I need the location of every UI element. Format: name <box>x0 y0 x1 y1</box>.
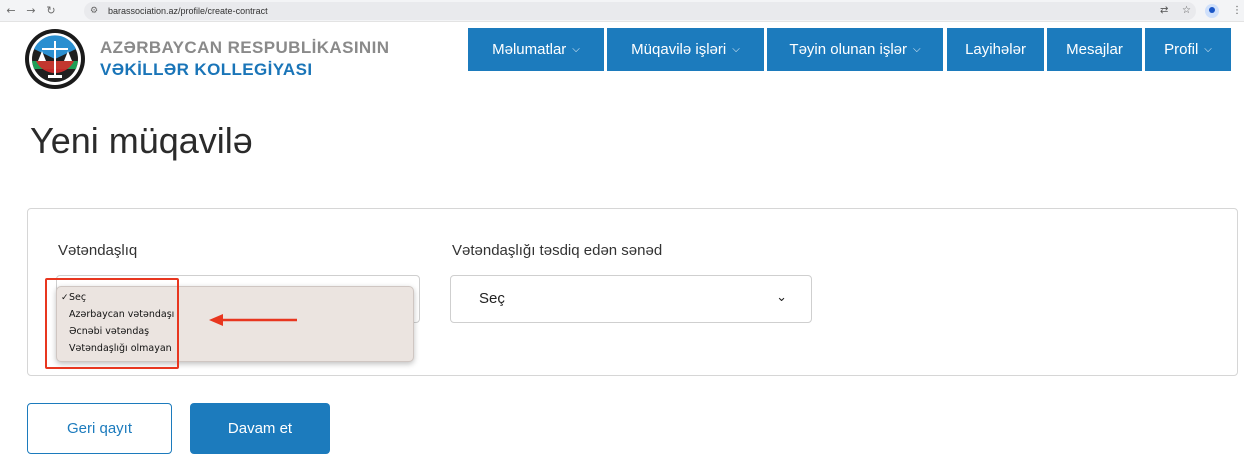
arrow-left-icon[interactable]: ← <box>4 3 18 19</box>
nav-label: Məlumatlar <box>492 41 567 58</box>
document-select[interactable]: Seç ⌄ <box>450 275 812 323</box>
browser-toolbar: ← → ↻ ⚙ barassociation.az/profile/create… <box>0 0 1244 22</box>
annotation-highlight-box <box>45 278 179 369</box>
profile-avatar-icon[interactable] <box>1205 4 1219 18</box>
org-name-line2: VƏKİLLƏR KOLLEGİYASI <box>100 60 313 79</box>
org-name-line1: AZƏRBAYCAN RESPUBLİKASININ <box>100 38 390 57</box>
chevron-down-icon: ⌵ <box>732 44 740 55</box>
bar-association-logo[interactable] <box>20 27 90 91</box>
url-text: barassociation.az/profile/create-contrac… <box>108 6 268 16</box>
nav-item-melumatlar[interactable]: Məlumatlar ⌵ <box>468 28 604 71</box>
document-label: Vətəndaşlığı təsdiq edən sənəd <box>452 242 663 259</box>
nav-label: Təyin olunan işlər <box>789 41 907 58</box>
reload-icon[interactable]: ↻ <box>44 3 58 19</box>
nav-item-muqavile-isleri[interactable]: Müqavilə işləri ⌵ <box>607 28 764 71</box>
arrow-right-icon[interactable]: → <box>24 3 38 19</box>
more-menu-icon[interactable]: ⋮ <box>1232 3 1242 19</box>
nav-item-layiheler[interactable]: Layihələr <box>947 28 1044 71</box>
nav-label: Profil <box>1164 41 1199 58</box>
site-info-icon[interactable]: ⚙ <box>90 4 98 18</box>
back-button[interactable]: Geri qayıt <box>27 403 172 454</box>
nav-label: Müqavilə işləri <box>631 41 727 58</box>
page-title: Yeni müqavilə <box>30 120 253 161</box>
star-icon[interactable]: ☆ <box>1182 3 1191 19</box>
continue-button[interactable]: Davam et <box>190 403 330 454</box>
nav-item-teyin-olunan-isler[interactable]: Təyin olunan işlər ⌵ <box>767 28 943 71</box>
nav-label: Mesajlar <box>1066 41 1123 58</box>
chevron-down-icon: ⌵ <box>1204 44 1212 55</box>
nav-label: Layihələr <box>965 41 1026 58</box>
translate-icon[interactable]: ⇄ <box>1160 3 1168 19</box>
annotation-arrow-icon <box>209 314 297 326</box>
chevron-down-icon: ⌵ <box>572 44 580 55</box>
citizenship-label: Vətəndaşlıq <box>58 242 138 259</box>
nav-item-mesajlar[interactable]: Mesajlar <box>1047 28 1142 71</box>
address-bar[interactable]: ⚙ barassociation.az/profile/create-contr… <box>84 2 1196 20</box>
chevron-down-icon: ⌄ <box>776 290 787 305</box>
nav-item-profil[interactable]: Profil ⌵ <box>1145 28 1231 71</box>
document-select-value: Seç <box>479 290 505 307</box>
chevron-down-icon: ⌵ <box>912 44 921 55</box>
